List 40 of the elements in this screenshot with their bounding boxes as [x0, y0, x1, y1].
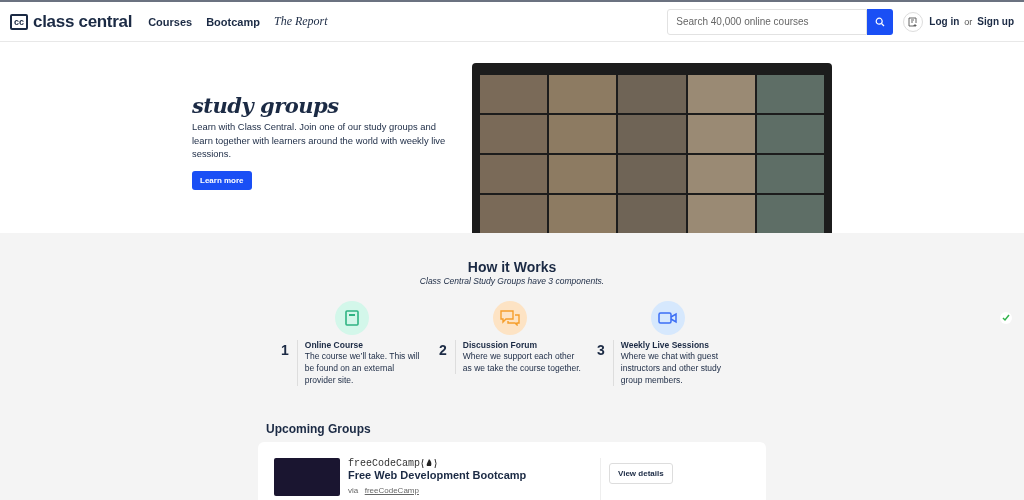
- logo-mark[interactable]: cc: [10, 13, 28, 30]
- provider-link[interactable]: freeCodeCamp: [364, 485, 419, 495]
- signup-link[interactable]: Sign up: [977, 16, 1014, 27]
- step-title: Weekly Live Sessions: [620, 340, 710, 350]
- flame-logo-icon: [421, 458, 437, 469]
- nav-link[interactable]: Bootcamp: [206, 15, 260, 28]
- check-button[interactable]: [1000, 312, 1012, 324]
- section-title: Upcoming Groups: [266, 422, 372, 436]
- book-icon: [345, 310, 359, 326]
- check-icon: [1002, 314, 1010, 322]
- group-title: Free Web Development Bootcamp: [348, 469, 528, 481]
- list-add-button[interactable]: [903, 11, 924, 32]
- via-text: via: [348, 485, 359, 495]
- or-text: or: [964, 16, 973, 27]
- step-title: Discussion Forum: [462, 340, 538, 350]
- video-camera-icon: [658, 311, 678, 325]
- hero-description: Learn with Class Central. Join one of our study groups and learn together with learners around the world with weekly live sessions.: [192, 120, 447, 161]
- course-thumbnail: [274, 458, 340, 496]
- section-title: How it Works: [467, 259, 557, 275]
- logo-text[interactable]: class central: [33, 11, 133, 32]
- step-number: 1: [281, 341, 289, 360]
- view-details-button[interactable]: View details: [609, 463, 673, 484]
- hero-title: study groups: [192, 93, 340, 118]
- chat-icon: [500, 310, 520, 326]
- step-title: Online Course: [304, 340, 364, 350]
- search-field[interactable]: Search 40,000 online courses: [667, 8, 868, 35]
- provider-logo-text: freeCodeCamp: [348, 458, 420, 469]
- nav-link[interactable]: Courses: [148, 15, 193, 28]
- step-description: The course we’ll take. This will be found on an external provider site.: [304, 350, 421, 386]
- search-button[interactable]: [867, 8, 894, 35]
- login-link[interactable]: Log in: [929, 16, 960, 27]
- list-add-icon: [908, 16, 919, 27]
- learn-more-button[interactable]: Learn more: [192, 170, 252, 190]
- step-description: Where we chat with guest instructors and other study group members.: [620, 350, 722, 386]
- step-number: 3: [597, 341, 605, 360]
- nav-link[interactable]: The Report: [273, 14, 328, 29]
- section-subtitle: Class Central Study Groups have 3 components.: [419, 276, 605, 286]
- step-description: Where we support each other as we take the course together.: [462, 350, 582, 374]
- step-number: 2: [439, 341, 447, 360]
- search-icon: [875, 16, 886, 27]
